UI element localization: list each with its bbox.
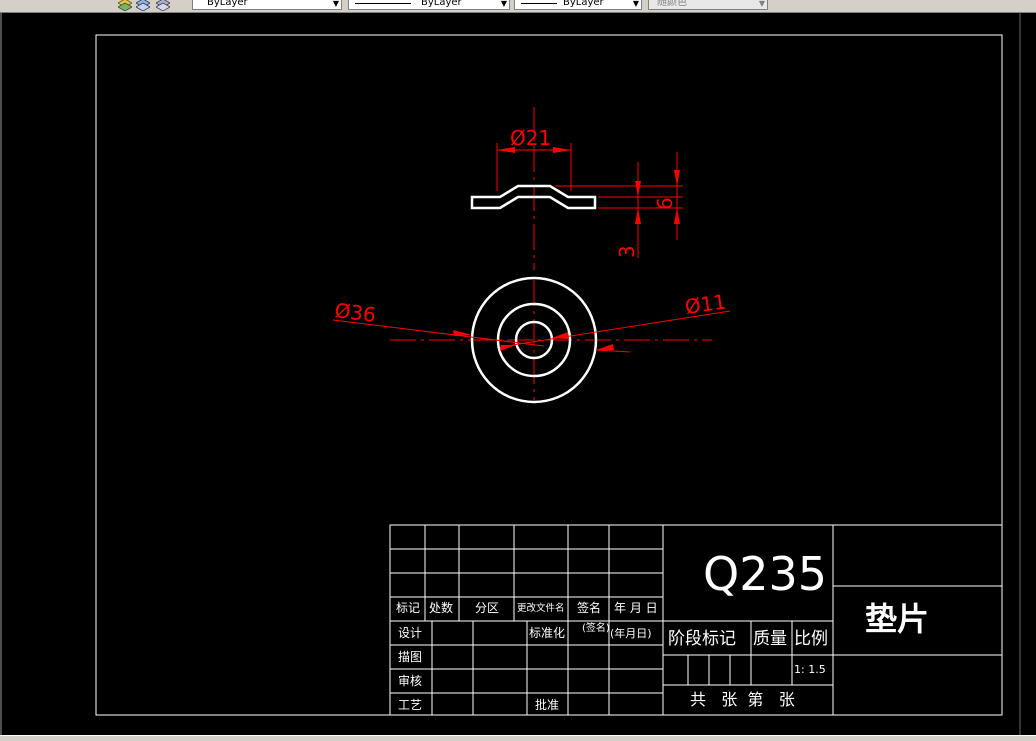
arrowhead [453,330,472,336]
label-approve: 批准 [535,697,559,712]
label-standard: 标准化 [529,626,565,640]
plotstyle-control: 随颜色 ▼ [648,0,768,10]
label-sign: 签名 [577,600,601,615]
layer-previous-icon[interactable] [135,0,151,12]
label-date-paren: (年月日) [610,626,652,640]
dimension-t3: 3 [615,245,639,258]
leader-line [595,349,631,353]
label-change-doc: 更改文件名 [517,602,565,614]
label-count: 处数 [429,600,453,615]
chevron-down-icon[interactable]: ▼ [333,0,339,12]
linetype-control-value: ByLayer [421,0,462,8]
label-date: 年 月 日 [614,601,658,615]
color-control-value: ByLayer [207,0,248,8]
lineweight-control-value: ByLayer [563,0,604,8]
side-view: Ø21 6 3 [470,107,683,270]
label-stage-mark: 阶段标记 [668,629,736,649]
arrowhead [552,332,568,339]
material-text: Q235 [703,547,827,601]
arrowhead [674,170,680,186]
label-drawing: 描图 [398,650,422,664]
plotstyle-control-value: 随颜色 [657,0,687,8]
arrowhead [635,181,641,197]
label-scale: 比例 [794,629,828,649]
linetype-control[interactable]: ByLayer ▼ [348,0,510,10]
label-process: 工艺 [398,698,422,712]
lineweight-control[interactable]: ByLayer ▼ [514,0,642,10]
label-sign-paren: (签名) [582,621,610,634]
scale-value: 1: 1.5 [794,663,826,676]
part-name-text: 垫片 [865,600,929,638]
layer-state-icon[interactable] [155,0,171,12]
chevron-down-icon[interactable]: ▼ [501,0,507,12]
status-bar [0,735,1036,741]
label-review: 审核 [398,673,422,688]
properties-toolbar: ByLayer ▼ ByLayer ▼ ByLayer ▼ 随颜色 ▼ [0,0,1036,13]
dimension-d11: Ø11 [683,289,727,319]
label-mark: 标记 [396,601,420,615]
label-design: 设计 [398,626,422,640]
chevron-down-icon[interactable]: ▼ [633,0,639,12]
arrowhead [500,345,516,351]
arrowhead [553,147,571,153]
label-sheets: 共 张 第 张 [690,690,795,709]
label-zone: 分区 [475,601,499,615]
dimension-h6: 6 [653,197,677,210]
layer-manager-icon[interactable] [117,0,133,12]
top-view: Ø36 Ø11 [332,276,731,404]
color-control[interactable]: ByLayer ▼ [192,0,342,10]
drawing-canvas[interactable]: Ø21 6 3 Ø36 Ø11 标记 处数 分区 更改文件名 签名 年 月 日 … [0,13,1036,735]
arrowhead [635,208,641,224]
arrowhead [596,344,614,350]
dimension-d36: Ø36 [333,298,377,327]
chevron-down-icon: ▼ [758,0,765,8]
linetype-sample [355,3,411,4]
label-weight: 质量 [753,629,787,649]
lineweight-sample [521,3,557,4]
dimension-d21: Ø21 [510,126,551,150]
